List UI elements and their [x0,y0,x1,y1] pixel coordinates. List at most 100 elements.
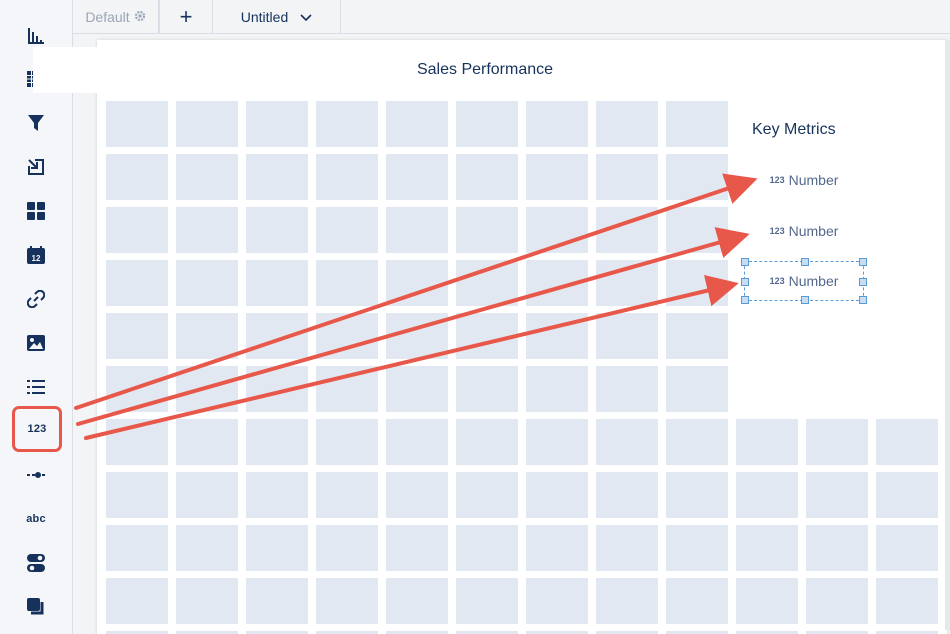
grid-cell [106,207,168,253]
number-widget-label: Number [788,172,839,188]
plus-icon: + [179,3,193,29]
grid-cell [386,472,448,518]
grid-cell [456,525,518,571]
grid-cell [246,525,308,571]
number-widget-label: Number [788,223,839,239]
resize-handle[interactable] [741,296,749,304]
grid-cell [246,419,308,465]
grid-cell [316,101,378,147]
grid-cell [316,207,378,253]
grid-cell [666,419,728,465]
grid-cell [526,313,588,359]
grid-cell [596,260,658,306]
grid-cell [736,472,798,518]
grid-cell [456,154,518,200]
grid-cell [246,472,308,518]
grid-cell [386,578,448,624]
grid-cell [246,207,308,253]
grid-cell [596,313,658,359]
range-icon[interactable] [18,459,54,491]
grid-cell [596,154,658,200]
grid-cell [106,419,168,465]
key-metrics-title: Key Metrics [752,121,836,138]
number-widget[interactable]: 123 Number [744,160,864,200]
grid-cell [316,472,378,518]
resize-handle[interactable] [741,258,749,266]
text-icon[interactable]: abc [18,503,54,535]
grid-cell [596,525,658,571]
grid-cell [666,472,728,518]
grid-cell [876,472,938,518]
number-widget[interactable]: 123 Number [744,211,864,251]
grid-cell [526,525,588,571]
svg-text:12: 12 [32,254,41,263]
grid-cell [596,578,658,624]
grid-cell [736,525,798,571]
grid-cell [526,578,588,624]
add-page-button[interactable]: + [159,0,213,33]
filter-icon[interactable] [18,107,54,139]
resize-handle[interactable] [859,278,867,286]
container-icon[interactable] [18,195,54,227]
grid-cell [806,472,868,518]
grid-cell [456,419,518,465]
grid-cell [806,525,868,571]
grid-cell [106,366,168,412]
grid-cell [596,101,658,147]
layers-icon[interactable] [18,591,54,623]
page-tab-bar: Default + Untitled [73,0,950,34]
tab-default[interactable]: Default [73,0,159,33]
grid-cell [596,366,658,412]
grid-cell [876,525,938,571]
grid-cell [526,260,588,306]
resize-handle[interactable] [801,258,809,266]
canvas-scrollbar[interactable] [945,40,950,630]
list-icon[interactable] [18,371,54,403]
resize-handle[interactable] [859,296,867,304]
grid-cell [246,154,308,200]
dashboard-title[interactable]: Sales Performance [33,47,937,93]
link-widget-icon[interactable] [18,151,54,183]
grid-cell [246,366,308,412]
image-icon[interactable] [18,327,54,359]
grid-cell [456,472,518,518]
grid-cell [526,154,588,200]
key-metrics-container[interactable]: Key Metrics 123 Number 123 Number 123 Nu… [736,101,937,410]
date-icon[interactable]: 12 [18,239,54,271]
tab-default-label: Default [85,8,130,25]
grid-cell [806,578,868,624]
grid-cell [666,525,728,571]
grid-cell [666,366,728,412]
grid-cell [176,366,238,412]
link-icon[interactable] [18,283,54,315]
grid-cell [176,154,238,200]
grid-cell [526,101,588,147]
grid-cell [246,313,308,359]
grid-cell [246,101,308,147]
grid-cell [106,525,168,571]
chevron-down-icon[interactable] [300,9,312,25]
grid-cell [456,101,518,147]
tab-untitled[interactable]: Untitled [213,0,341,33]
resize-handle[interactable] [741,278,749,286]
grid-cell [246,578,308,624]
grid-cell [176,419,238,465]
grid-cell [666,101,728,147]
grid-cell [106,472,168,518]
number-icon[interactable]: 123 [12,406,62,452]
number-widget-selected[interactable]: 123 Number [741,258,867,304]
gear-icon[interactable] [134,9,146,25]
resize-handle[interactable] [859,258,867,266]
grid-cell [316,313,378,359]
grid-cell [456,366,518,412]
grid-cell [316,154,378,200]
grid-cell [106,260,168,306]
grid-cell [526,472,588,518]
grid-cell [316,260,378,306]
toggle-icon[interactable] [18,547,54,579]
grid-cell [666,207,728,253]
grid-cell [106,578,168,624]
grid-cell [316,578,378,624]
resize-handle[interactable] [801,296,809,304]
grid-cell [456,313,518,359]
